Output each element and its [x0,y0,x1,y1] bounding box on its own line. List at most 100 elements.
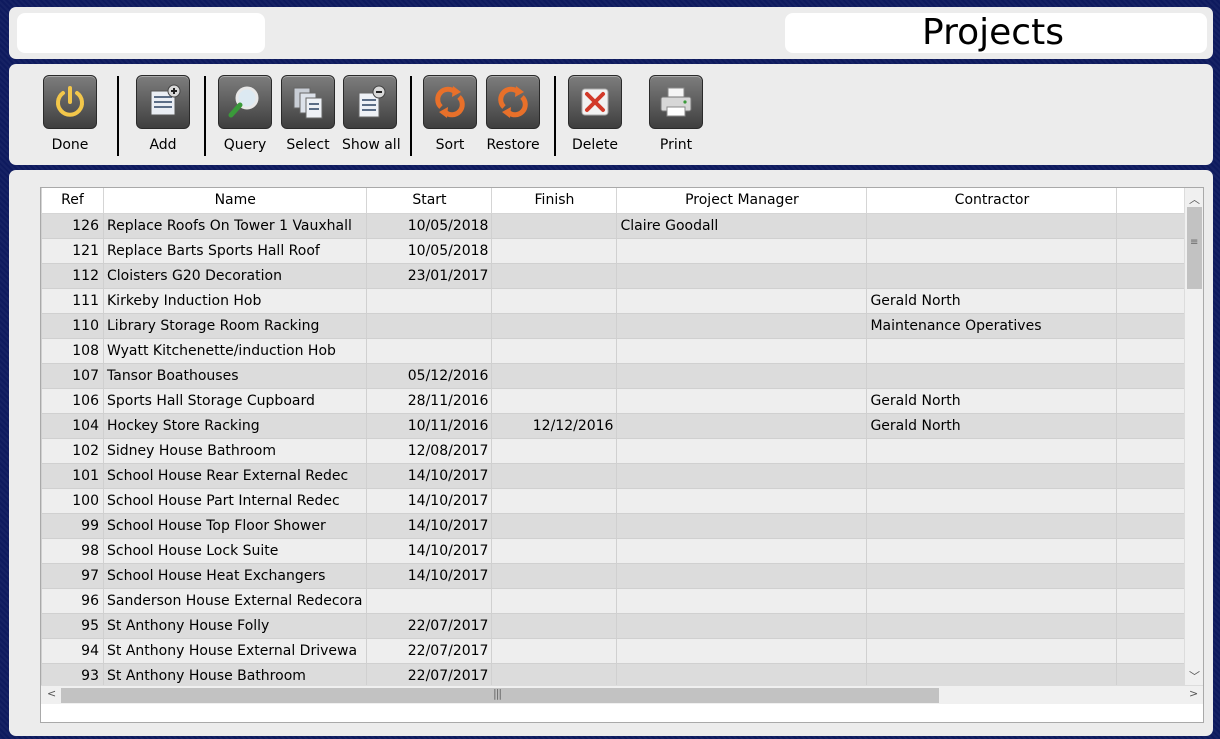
cell-name[interactable]: School House Rear External Redec [102,462,368,489]
cell-ref[interactable]: 94 [41,637,104,664]
column-header-start[interactable]: Start [366,188,493,214]
cell-contractor[interactable] [866,462,1118,489]
cell-extra[interactable] [1116,412,1188,439]
cell-name[interactable]: Cloisters G20 Decoration [102,262,368,289]
cell-start[interactable]: 10/05/2018 [366,237,493,264]
cell-extra[interactable] [1116,212,1188,239]
cell-ref[interactable]: 111 [41,287,104,314]
cell-contractor[interactable] [866,212,1118,239]
cell-name[interactable]: Sports Hall Storage Cupboard [102,387,368,414]
cell-name[interactable]: Wyatt Kitchenette/induction Hob [102,337,368,364]
cell-project-manager[interactable] [616,287,868,314]
cell-project-manager[interactable] [616,637,868,664]
cell-ref[interactable]: 106 [41,387,104,414]
cell-contractor[interactable] [866,362,1118,389]
cell-ref[interactable]: 110 [41,312,104,339]
cell-extra[interactable] [1116,337,1188,364]
cell-project-manager[interactable] [616,562,868,589]
cell-ref[interactable]: 101 [41,462,104,489]
cell-finish[interactable] [491,512,618,539]
table-row[interactable]: 104 Hockey Store Racking 10/11/2016 12/12/2… [41,412,1188,439]
cell-project-manager[interactable] [616,237,868,264]
table-row[interactable]: 96 Sanderson House External Redecora [41,587,1188,614]
cell-project-manager[interactable] [616,537,868,564]
cell-start[interactable]: 23/01/2017 [366,262,493,289]
cell-contractor[interactable] [866,637,1118,664]
cell-name[interactable]: Library Storage Room Racking [102,312,368,339]
query-button[interactable]: Query [217,75,273,153]
cell-project-manager[interactable] [616,512,868,539]
cell-start[interactable]: 14/10/2017 [366,512,493,539]
column-header-project-manager[interactable]: Project Manager [616,188,868,214]
cell-ref[interactable]: 100 [41,487,104,514]
cell-finish[interactable] [491,587,618,614]
cell-extra[interactable] [1116,462,1188,489]
cell-start[interactable] [366,337,493,364]
cell-contractor[interactable] [866,337,1118,364]
scroll-down-icon[interactable]: ﹀ [1189,668,1200,684]
print-button[interactable]: Print [648,75,704,153]
cell-extra[interactable] [1116,512,1188,539]
cell-ref[interactable]: 99 [41,512,104,539]
cell-name[interactable]: School House Heat Exchangers [102,562,368,589]
cell-start[interactable] [366,312,493,339]
table-row[interactable]: 121 Replace Barts Sports Hall Roof 10/05/2… [41,237,1188,264]
cell-extra[interactable] [1116,287,1188,314]
projects-grid[interactable]: Ref Name Start Finish Project Manager Co… [40,187,1204,723]
cell-finish[interactable] [491,562,618,589]
column-header-name[interactable]: Name [102,188,368,214]
cell-ref[interactable]: 95 [41,612,104,639]
scroll-up-icon[interactable]: ︿ [1189,191,1200,207]
cell-ref[interactable]: 121 [41,237,104,264]
show-all-button[interactable]: Show all [342,75,401,153]
column-header-contractor[interactable]: Contractor [866,188,1118,214]
cell-contractor[interactable] [866,237,1118,264]
restore-button[interactable]: Restore [485,75,541,153]
cell-name[interactable]: St Anthony House External Drivewa [102,637,368,664]
table-row[interactable]: 112 Cloisters G20 Decoration 23/01/2017 [41,262,1188,289]
cell-extra[interactable] [1116,587,1188,614]
select-button[interactable]: Select [280,75,336,153]
cell-name[interactable]: Sidney House Bathroom [102,437,368,464]
cell-start[interactable]: 22/07/2017 [366,612,493,639]
cell-extra[interactable] [1116,237,1188,264]
scroll-right-icon[interactable]: > [1189,687,1198,700]
cell-ref[interactable]: 108 [41,337,104,364]
cell-ref[interactable]: 126 [41,212,104,239]
cell-ref[interactable]: 98 [41,537,104,564]
cell-name[interactable]: Replace Barts Sports Hall Roof [102,237,368,264]
cell-start[interactable]: 10/11/2016 [366,412,493,439]
cell-name[interactable]: Replace Roofs On Tower 1 Vauxhall [102,212,368,239]
cell-ref[interactable]: 112 [41,262,104,289]
cell-finish[interactable]: 12/12/2016 [491,412,618,439]
sort-button[interactable]: Sort [422,75,478,153]
cell-start[interactable]: 05/12/2016 [366,362,493,389]
cell-finish[interactable] [491,312,618,339]
cell-contractor[interactable] [866,512,1118,539]
cell-finish[interactable] [491,287,618,314]
cell-start[interactable]: 10/05/2018 [366,212,493,239]
cell-contractor[interactable] [866,612,1118,639]
column-header-finish[interactable]: Finish [491,188,618,214]
cell-project-manager[interactable] [616,612,868,639]
cell-start[interactable]: 14/10/2017 [366,487,493,514]
table-row[interactable]: 108 Wyatt Kitchenette/induction Hob [41,337,1188,364]
cell-start[interactable]: 22/07/2017 [366,637,493,664]
cell-finish[interactable] [491,387,618,414]
cell-finish[interactable] [491,337,618,364]
cell-project-manager[interactable] [616,437,868,464]
cell-contractor[interactable]: Gerald North [866,387,1118,414]
cell-start[interactable]: 14/10/2017 [366,562,493,589]
cell-finish[interactable] [491,487,618,514]
table-row[interactable]: 107 Tansor Boathouses 05/12/2016 [41,362,1188,389]
cell-start[interactable]: 12/08/2017 [366,437,493,464]
cell-name[interactable]: Tansor Boathouses [102,362,368,389]
cell-finish[interactable] [491,637,618,664]
column-header-extra[interactable] [1116,188,1188,214]
cell-project-manager[interactable] [616,387,868,414]
add-button[interactable]: Add [135,75,191,153]
cell-ref[interactable]: 97 [41,562,104,589]
cell-name[interactable]: Kirkeby Induction Hob [102,287,368,314]
horizontal-scroll-thumb[interactable]: ||| [61,687,939,703]
cell-name[interactable]: School House Part Internal Redec [102,487,368,514]
